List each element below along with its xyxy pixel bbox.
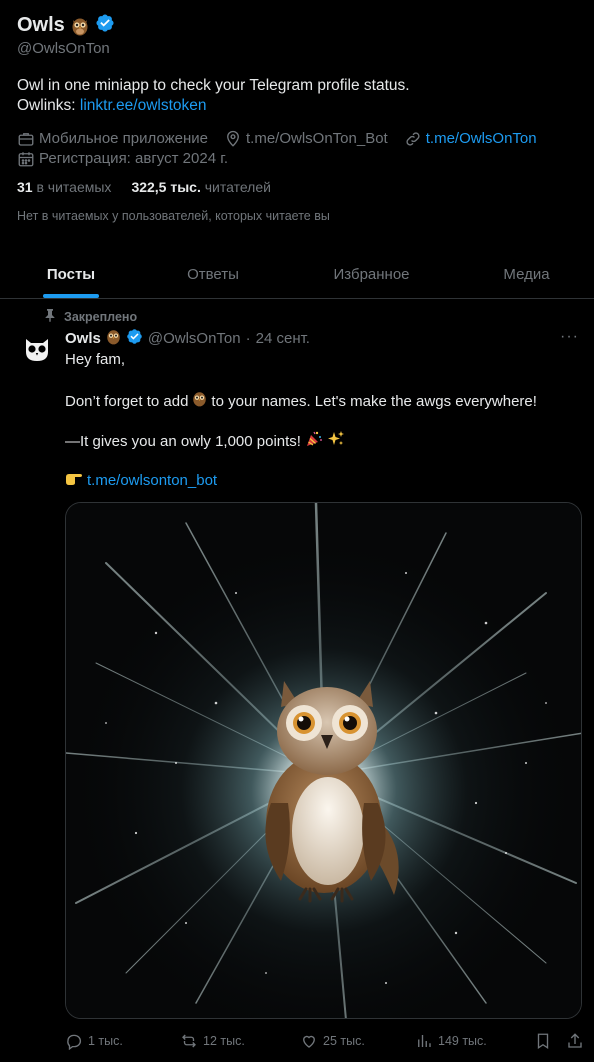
tab-replies[interactable]: Ответы [142,250,284,298]
verified-badge-icon[interactable] [95,13,115,38]
like-icon [303,1035,315,1048]
post-author-handle[interactable]: @OwlsOnTon [148,330,241,347]
views-icon [418,1035,431,1047]
follow-stats: 31 в читаемых 322,5 тыс. читателей [17,179,271,195]
post-text-line-4: t.me/owlsonton_bot [65,470,217,492]
profile-tabs: Посты Ответы Избранное Медиа [0,250,594,299]
party-popper-icon [305,430,323,454]
reply-icon [67,1034,82,1050]
following-link[interactable]: 31 в читаемых [17,179,111,195]
reply-button[interactable]: 1 тыс. [65,1032,123,1050]
bookmark-button[interactable] [534,1032,552,1050]
post-text-line-3: —It gives you an owly 1,000 points! [65,430,345,454]
share-icon [568,1033,582,1048]
briefcase-icon [17,130,35,148]
post-date[interactable]: 24 сент. [256,330,310,347]
post-author-name[interactable]: Owls [65,330,101,347]
pinned-indicator: Закреплено [44,308,137,325]
pinned-post[interactable]: Закреплено Owls @OwlsOnTon · 24 сент. ··… [0,300,594,1062]
bio-owlinks-label: Owlinks: [17,97,80,114]
profile-joined: Регистрация: август 2024 г. [17,149,228,169]
repost-button[interactable]: 12 тыс. [180,1032,245,1050]
tab-highlights[interactable]: Избранное [284,250,459,298]
link-icon [404,130,422,148]
repost-icon [182,1034,196,1048]
owl-emoji-icon [192,390,207,413]
tab-posts[interactable]: Посты [0,250,142,298]
bio-linktree-link[interactable]: linktr.ee/owlstoken [80,97,207,114]
owl-emoji-icon [71,16,89,36]
post-actions: 1 тыс. 12 тыс. 25 тыс. 149 тыс. [0,1032,594,1054]
more-options-button[interactable]: ··· [560,328,579,346]
post-header: Owls @OwlsOnTon · 24 сент. [65,328,310,349]
profile-handle: @OwlsOnTon [17,40,110,57]
bot-link[interactable]: t.me/owlsonton_bot [87,471,217,491]
bio-line-1: Owl in one miniapp to check your Telegra… [17,77,410,94]
sparkles-icon [327,430,345,454]
post-media-image[interactable] [65,502,582,1019]
owl-burst-illustration [66,503,581,1018]
followers-link[interactable]: 322,5 тыс. читателей [131,179,271,195]
post-separator: · [245,330,251,347]
profile-location: t.me/OwlsOnTon_Bot [224,129,388,149]
profile-category: Мобильное приложение [17,129,208,149]
tab-media[interactable]: Медиа [459,250,594,298]
pointing-hand-icon [65,470,83,492]
pin-icon [44,308,56,325]
like-button[interactable]: 25 тыс. [300,1032,365,1050]
verified-badge-icon[interactable] [126,328,143,349]
active-tab-indicator [43,294,99,298]
profile-website[interactable]: t.me/OwlsOnTon [404,129,537,149]
profile-bio: Owl in one miniapp to check your Telegra… [17,76,410,116]
owl-emoji-icon [106,328,121,349]
post-text-line-1: Hey fam, [65,351,126,368]
views-button[interactable]: 149 тыс. [415,1032,487,1050]
calendar-icon [17,150,35,168]
profile-name-row: Owls [17,13,115,38]
mutual-followers-text: Нет в читаемых у пользователей, которых … [17,209,330,223]
avatar[interactable] [18,330,56,368]
website-link[interactable]: t.me/OwlsOnTon [426,129,537,149]
bookmark-icon [537,1033,549,1050]
location-icon [224,130,242,148]
profile-name: Owls [17,14,65,36]
profile-meta: Мобильное приложение t.me/OwlsOnTon_Bot … [17,129,587,169]
post-text-line-2: Don’t forget to add to your names. Let's… [65,390,537,413]
share-button[interactable] [566,1032,584,1050]
bio-line-2: Owlinks: linktr.ee/owlstoken [17,96,410,116]
